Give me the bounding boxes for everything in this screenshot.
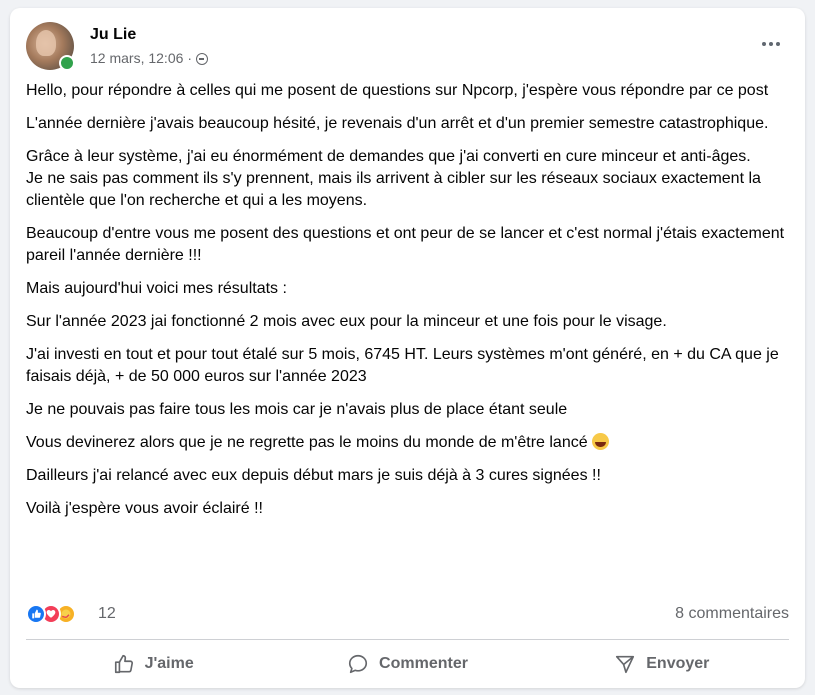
reaction-icons[interactable] [26, 604, 76, 624]
post-actions-bar: J'aime Commenter Envoyer [26, 644, 789, 684]
post-paragraph-with-emoji: Vous devinerez alors que je ne regrette … [26, 432, 791, 454]
avatar[interactable] [26, 22, 75, 71]
post-paragraph: Beaucoup d'entre vous me posent des ques… [26, 225, 785, 264]
post-timestamp[interactable]: 12 mars, 12:06 [90, 50, 183, 66]
globe-icon[interactable] [196, 53, 209, 65]
more-dot-icon [769, 42, 773, 46]
post-paragraph: Je ne sais pas comment ils s'y prennent,… [26, 170, 761, 209]
like-button[interactable]: J'aime [26, 644, 280, 684]
send-button[interactable]: Envoyer [535, 644, 789, 684]
post-text: Hello, pour répondre à celles qui me pos… [26, 80, 791, 531]
author-name[interactable]: Ju Lie [90, 26, 136, 44]
post-meta: 12 mars, 12:06 · [90, 50, 209, 66]
post-card: Ju Lie 12 mars, 12:06 · Hello, pour répo… [10, 8, 805, 688]
send-icon [616, 655, 635, 674]
send-button-label: Envoyer [646, 655, 710, 672]
actions-divider [26, 639, 789, 640]
comments-count-link[interactable]: 8 commentaires [675, 605, 789, 623]
avatar-photo [36, 30, 56, 56]
online-status-dot [59, 55, 75, 71]
post-paragraph: L'année dernière j'avais beaucoup hésité… [26, 115, 769, 132]
more-dot-icon [776, 42, 780, 46]
post-paragraph: Sur l'année 2023 jai fonctionné 2 mois a… [26, 313, 667, 330]
post-paragraph: Voilà j'espère vous avoir éclairé !! [26, 500, 263, 517]
post-paragraph: Je ne pouvais pas faire tous les mois ca… [26, 401, 568, 418]
more-dot-icon [762, 42, 766, 46]
like-button-label: J'aime [144, 655, 194, 672]
comment-button-label: Commenter [379, 655, 468, 672]
more-options-button[interactable] [753, 30, 789, 58]
reaction-count[interactable]: 12 [98, 605, 116, 623]
thumbs-up-icon [114, 654, 133, 674]
comment-button[interactable]: Commenter [280, 644, 534, 684]
post-paragraph: Hello, pour répondre à celles qui me pos… [26, 82, 769, 99]
reactions-summary: 12 8 commentaires [26, 604, 789, 628]
post-paragraph-text: Vous devinerez alors que je ne regrette … [26, 434, 588, 451]
meta-separator: · [187, 50, 193, 66]
post-paragraph: Grâce à leur système, j'ai eu énormément… [26, 148, 751, 165]
post-paragraph: J'ai investi en tout et pour tout étalé … [26, 346, 779, 385]
laughing-emoji-icon [591, 433, 609, 450]
like-icon [26, 604, 46, 624]
post-header: Ju Lie 12 mars, 12:06 · [26, 22, 786, 72]
comment-bubble-icon [348, 654, 368, 674]
post-paragraph: Dailleurs j'ai relancé avec eux depuis d… [26, 467, 601, 484]
post-paragraph: Mais aujourd'hui voici mes résultats : [26, 280, 287, 297]
